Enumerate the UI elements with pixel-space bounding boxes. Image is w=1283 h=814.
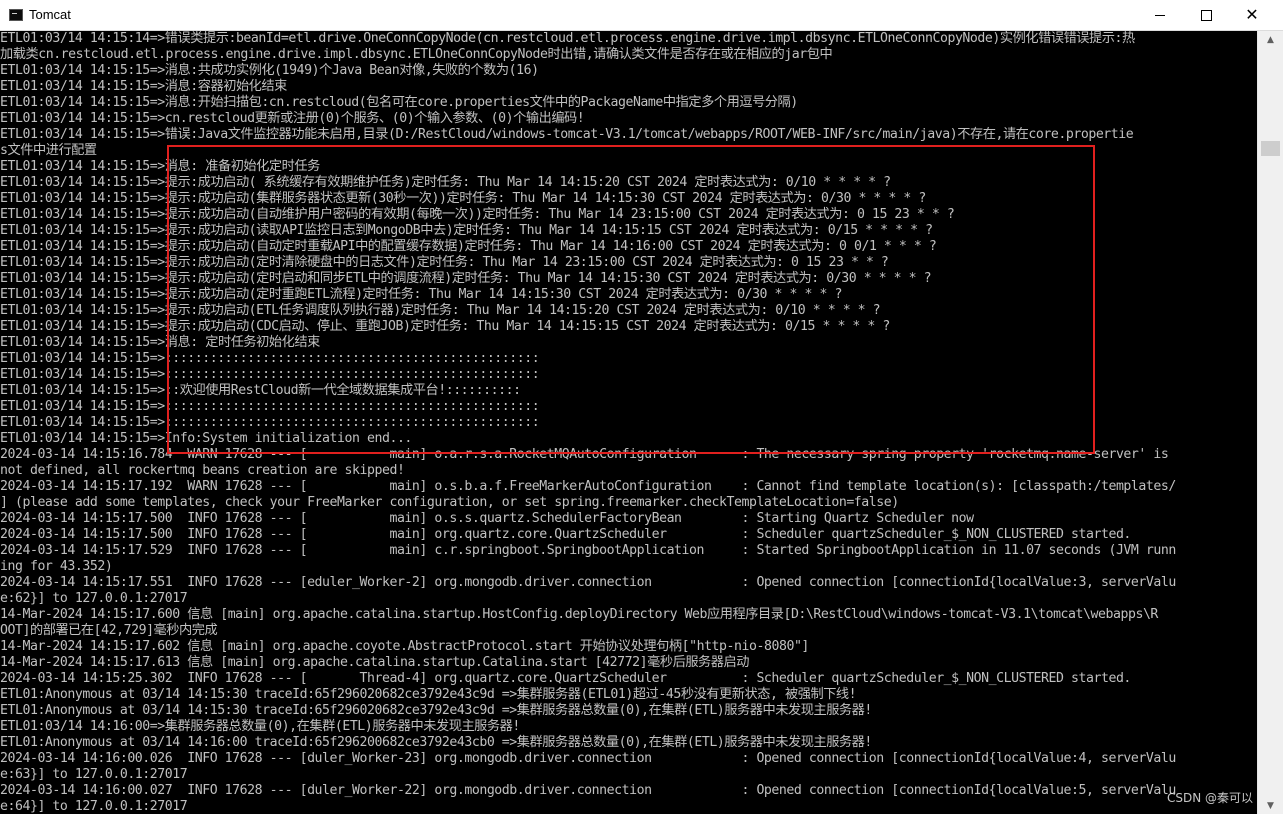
console-line: ETL01:03/14 14:15:15=>::::::::::::::::::… xyxy=(0,351,540,366)
scroll-thumb[interactable] xyxy=(1261,141,1280,156)
console-line: OOT]的部署已在[42,729]毫秒内完成 xyxy=(0,623,218,638)
tomcat-console-window: Tomcat ✕ ETL01:03/14 14:15:14=>错误类提示:bea… xyxy=(0,0,1283,814)
console-app-icon xyxy=(9,9,23,21)
console-line: 2024-03-14 14:15:17.551 INFO 17628 --- [… xyxy=(0,575,1176,590)
console-line: e:64}] to 127.0.0.1:27017 xyxy=(0,799,188,814)
console-line: 2024-03-14 14:15:16.784 WARN 17628 --- [… xyxy=(0,447,1169,462)
console-line: ETL01:03/14 14:15:15=>消息: 准备初始化定时任务 xyxy=(0,159,320,174)
console-line: 2024-03-14 14:15:17.500 INFO 17628 --- [… xyxy=(0,511,974,526)
console-line: 14-Mar-2024 14:15:17.613 信息 [main] org.a… xyxy=(0,655,750,670)
console-line: ETL01:03/14 14:15:15=>提示:成功启动(自动维护用户密码的有… xyxy=(0,207,955,222)
console-line: 2024-03-14 14:15:25.302 INFO 17628 --- [… xyxy=(0,671,1131,686)
console-line: 14-Mar-2024 14:15:17.602 信息 [main] org.a… xyxy=(0,639,809,654)
console-output[interactable]: ETL01:03/14 14:15:14=>错误类提示:beanId=etl.d… xyxy=(0,31,1257,814)
console-line: ] (please add some templates, check your… xyxy=(0,495,899,510)
console-line: ETL01:03/14 14:15:15=>消息: 定时任务初始化结束 xyxy=(0,335,320,350)
close-icon: ✕ xyxy=(1245,5,1259,24)
console-line: ETL01:Anonymous at 03/14 14:15:30 traceI… xyxy=(0,703,872,718)
console-line: ETL01:03/14 14:15:15=>::::::::::::::::::… xyxy=(0,399,540,414)
console-line: ing for 43.352) xyxy=(0,559,113,574)
console-line: ETL01:03/14 14:15:15=>提示:成功启动(CDC启动、停止、重… xyxy=(0,319,890,334)
console-line: ETL01:03/14 14:15:15=>::::::::::::::::::… xyxy=(0,367,540,382)
console-line: 加载类cn.restcloud.etl.process.engine.drive… xyxy=(0,47,833,62)
console-line: ETL01:03/14 14:15:14=>错误类提示:beanId=etl.d… xyxy=(0,31,1135,46)
console-line: ETL01:03/14 14:15:15=>cn.restcloud更新或注册(… xyxy=(0,111,585,126)
window-title: Tomcat xyxy=(29,7,71,22)
console-line: ETL01:03/14 14:15:15=>提示:成功启动(定时清除硬盘中的日志… xyxy=(0,255,889,270)
csdn-watermark: CSDN @秦可以 xyxy=(1167,791,1254,805)
console-line: not defined, all rockertmq beans creatio… xyxy=(0,463,405,478)
console-line: ETL01:Anonymous at 03/14 14:15:30 traceI… xyxy=(0,687,857,702)
console-line: ETL01:03/14 14:16:00=>集群服务器总数量(0),在集群(ET… xyxy=(0,719,520,734)
console-line: ETL01:03/14 14:15:15=>::欢迎使用RestCloud新一代… xyxy=(0,383,521,398)
console-line: 2024-03-14 14:15:17.500 INFO 17628 --- [… xyxy=(0,527,1131,542)
maximize-button[interactable] xyxy=(1183,0,1229,30)
scroll-down-icon[interactable]: ▼ xyxy=(1258,797,1283,814)
console-line: ETL01:03/14 14:15:15=>错误:Java文件监控器功能未启用,… xyxy=(0,127,1134,142)
console-line: ETL01:03/14 14:15:15=>提示:成功启动(自动定时重载API中… xyxy=(0,239,937,254)
console-line: ETL01:03/14 14:15:15=>消息:容器初始化结束 xyxy=(0,79,287,94)
minimize-icon xyxy=(1155,14,1165,16)
console-line: ETL01:Anonymous at 03/14 14:16:00 traceI… xyxy=(0,735,872,750)
console-line: ETL01:03/14 14:15:15=>提示:成功启动(定时重跑ETL流程)… xyxy=(0,287,842,302)
maximize-icon xyxy=(1200,9,1212,21)
console-line: s文件中进行配置 xyxy=(0,143,97,158)
console-line: ETL01:03/14 14:15:15=>消息:开始扫描包:cn.restcl… xyxy=(0,95,798,110)
console-line: ETL01:03/14 14:15:15=>提示:成功启动(ETL任务调度队列执… xyxy=(0,303,881,318)
scroll-up-icon[interactable]: ▲ xyxy=(1258,31,1283,48)
console-line: ETL01:03/14 14:15:15=>提示:成功启动(定时启动和同步ETL… xyxy=(0,271,932,286)
console-line: e:62}] to 127.0.0.1:27017 xyxy=(0,591,188,606)
close-button[interactable]: ✕ xyxy=(1229,0,1275,30)
title-bar[interactable]: Tomcat ✕ xyxy=(0,0,1283,31)
console-line: 2024-03-14 14:15:17.192 WARN 17628 --- [… xyxy=(0,479,1176,494)
console-line: 2024-03-14 14:16:00.027 INFO 17628 --- [… xyxy=(0,783,1176,798)
console-line: ETL01:03/14 14:15:15=>提示:成功启动( 系统缓存有效期维护… xyxy=(0,175,891,190)
console-line: ETL01:03/14 14:15:15=>消息:共成功实例化(1949)个Ja… xyxy=(0,63,539,78)
console-line: 14-Mar-2024 14:15:17.600 信息 [main] org.a… xyxy=(0,607,1158,622)
console-line: ETL01:03/14 14:15:15=>::::::::::::::::::… xyxy=(0,415,540,430)
console-line: ETL01:03/14 14:15:15=>提示:成功启动(集群服务器状态更新(… xyxy=(0,191,926,206)
console-line: ETL01:03/14 14:15:15=>提示:成功启动(读取API监控日志到… xyxy=(0,223,933,238)
minimize-button[interactable] xyxy=(1137,0,1183,30)
console-line: e:63}] to 127.0.0.1:27017 xyxy=(0,767,188,782)
console-line: 2024-03-14 14:16:00.026 INFO 17628 --- [… xyxy=(0,751,1176,766)
console-line: 2024-03-14 14:15:17.529 INFO 17628 --- [… xyxy=(0,543,1176,558)
vertical-scrollbar[interactable]: ▲ ▼ xyxy=(1257,31,1283,814)
console-line: ETL01:03/14 14:15:15=>Info:System initia… xyxy=(0,431,412,446)
